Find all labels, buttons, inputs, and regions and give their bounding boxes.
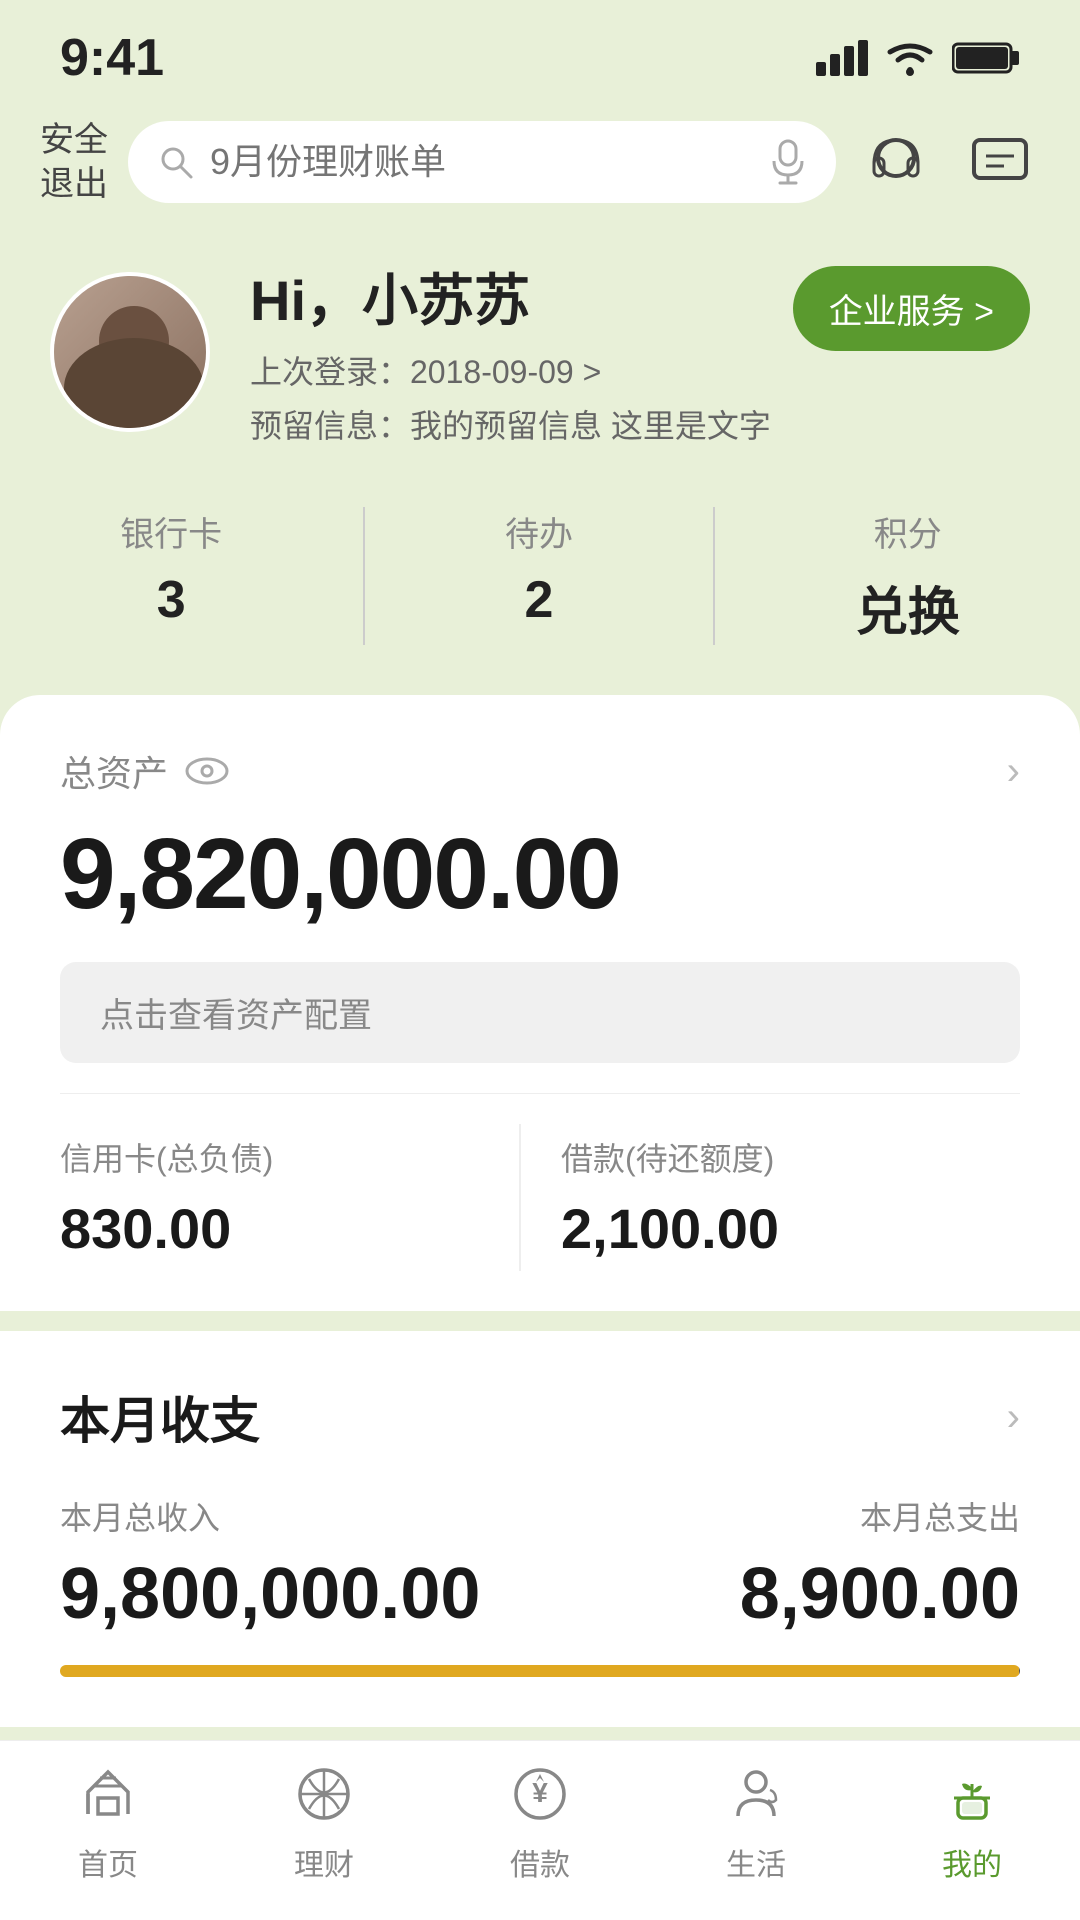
loan-label: 借款(待还额度) xyxy=(561,1134,1020,1180)
search-icon xyxy=(158,144,194,180)
nav-item-life[interactable]: 生活 xyxy=(648,1758,864,1884)
monthly-progress-bar xyxy=(60,1665,1020,1677)
credit-card-value: 830.00 xyxy=(60,1196,519,1261)
total-amount: 9,820,000.00 xyxy=(60,817,1020,932)
nav-invest-label: 理财 xyxy=(294,1840,354,1884)
expense-bar xyxy=(1019,1665,1020,1677)
nav-life-label: 生活 xyxy=(726,1840,786,1884)
headset-button[interactable] xyxy=(856,122,936,202)
status-bar: 9:41 xyxy=(0,0,1080,98)
mic-icon[interactable] xyxy=(770,139,806,185)
monthly-income: 本月总收入 9,800,000.00 xyxy=(60,1493,480,1635)
income-bar xyxy=(60,1665,1019,1677)
loan-debt[interactable]: 借款(待还额度) 2,100.00 xyxy=(519,1124,1020,1271)
message-button[interactable] xyxy=(960,122,1040,202)
asset-config-button[interactable]: 点击查看资产配置 xyxy=(60,962,1020,1063)
credit-card-debt[interactable]: 信用卡(总负债) 830.00 xyxy=(60,1124,519,1271)
nav-mine-label: 我的 xyxy=(942,1840,1002,1884)
stat-divider-2 xyxy=(713,507,715,645)
stat-bank-card[interactable]: 银行卡 3 xyxy=(120,507,222,645)
monthly-header: 本月收支 › xyxy=(60,1381,1020,1453)
assets-section: 总资产 › 9,820,000.00 点击查看资产配置 信用卡(总负债) 830… xyxy=(0,695,1080,1311)
status-icons xyxy=(816,38,1020,78)
eye-icon[interactable] xyxy=(184,756,230,786)
battery-icon xyxy=(952,40,1020,76)
expense-value: 8,900.00 xyxy=(740,1553,1020,1635)
profile-last-login[interactable]: 上次登录：2018-09-09 > xyxy=(250,347,1030,393)
enterprise-button[interactable]: 企业服务 > xyxy=(793,266,1030,351)
stats-row: 银行卡 3 待办 2 积分 兑换 xyxy=(0,477,1080,695)
income-value: 9,800,000.00 xyxy=(60,1553,480,1635)
search-input[interactable] xyxy=(210,141,754,183)
status-time: 9:41 xyxy=(60,28,164,88)
nav-item-loan[interactable]: ¥ 借款 xyxy=(432,1758,648,1884)
svg-text:¥: ¥ xyxy=(532,1777,548,1808)
avatar[interactable] xyxy=(50,272,210,432)
search-bar[interactable] xyxy=(128,121,836,203)
assets-header: 总资产 › xyxy=(60,745,1020,797)
monthly-section: 本月收支 › 本月总收入 9,800,000.00 本月总支出 8,900.00 xyxy=(0,1331,1080,1727)
pending-label: 待办 xyxy=(505,507,573,556)
nav-item-home[interactable]: 首页 xyxy=(0,1758,216,1884)
loan-icon: ¥ xyxy=(504,1758,576,1830)
bank-card-label: 银行卡 xyxy=(120,507,222,556)
assets-chevron[interactable]: › xyxy=(1007,749,1020,794)
debt-row: 信用卡(总负债) 830.00 借款(待还额度) 2,100.00 xyxy=(60,1093,1020,1271)
top-actions xyxy=(856,122,1040,202)
top-bar: 安全 退出 xyxy=(0,98,1080,226)
life-icon xyxy=(720,1758,792,1830)
income-label: 本月总收入 xyxy=(60,1493,480,1539)
home-icon xyxy=(72,1758,144,1830)
expense-label: 本月总支出 xyxy=(740,1493,1020,1539)
monthly-chevron[interactable]: › xyxy=(1007,1395,1020,1440)
profile-section: Hi，小苏苏 上次登录：2018-09-09 > 预留信息：我的预留信息 这里是… xyxy=(0,226,1080,477)
invest-icon xyxy=(288,1758,360,1830)
bank-card-value: 3 xyxy=(157,570,186,630)
points-value: 兑换 xyxy=(856,570,960,645)
loan-value: 2,100.00 xyxy=(561,1196,1020,1261)
wifi-icon xyxy=(884,38,936,78)
credit-card-label: 信用卡(总负债) xyxy=(60,1134,519,1180)
nav-home-label: 首页 xyxy=(78,1840,138,1884)
nav-item-mine[interactable]: 我的 xyxy=(864,1758,1080,1884)
stat-pending[interactable]: 待办 2 xyxy=(505,507,573,645)
signal-icon xyxy=(816,40,868,76)
profile-reserved: 预留信息：我的预留信息 这里是文字 xyxy=(250,401,1030,447)
nav-item-invest[interactable]: 理财 xyxy=(216,1758,432,1884)
monthly-expense: 本月总支出 8,900.00 xyxy=(740,1493,1020,1635)
assets-title: 总资产 xyxy=(60,745,230,797)
content-area: 总资产 › 9,820,000.00 点击查看资产配置 信用卡(总负债) 830… xyxy=(0,695,1080,1920)
nav-loan-label: 借款 xyxy=(510,1840,570,1884)
monthly-data-row: 本月总收入 9,800,000.00 本月总支出 8,900.00 xyxy=(60,1493,1020,1635)
pending-value: 2 xyxy=(525,570,554,630)
monthly-title: 本月收支 xyxy=(60,1381,260,1453)
safe-exit-button[interactable]: 安全 退出 xyxy=(40,118,108,206)
stat-points[interactable]: 积分 兑换 xyxy=(856,507,960,645)
bottom-nav: 首页 理财 ¥ xyxy=(0,1740,1080,1920)
points-label: 积分 xyxy=(874,507,942,556)
stat-divider-1 xyxy=(363,507,365,645)
mine-icon xyxy=(936,1758,1008,1830)
